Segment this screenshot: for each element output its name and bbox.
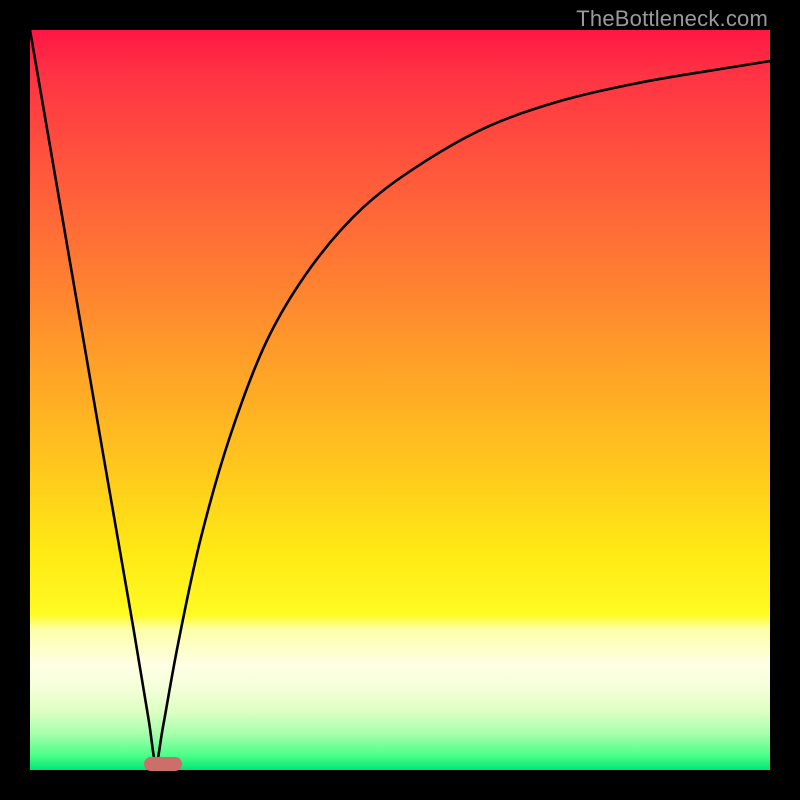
optimal-marker [144, 757, 182, 771]
chart-curve-svg [30, 30, 770, 770]
watermark-text: TheBottleneck.com [576, 6, 768, 32]
bottleneck-curve-path [30, 30, 770, 763]
